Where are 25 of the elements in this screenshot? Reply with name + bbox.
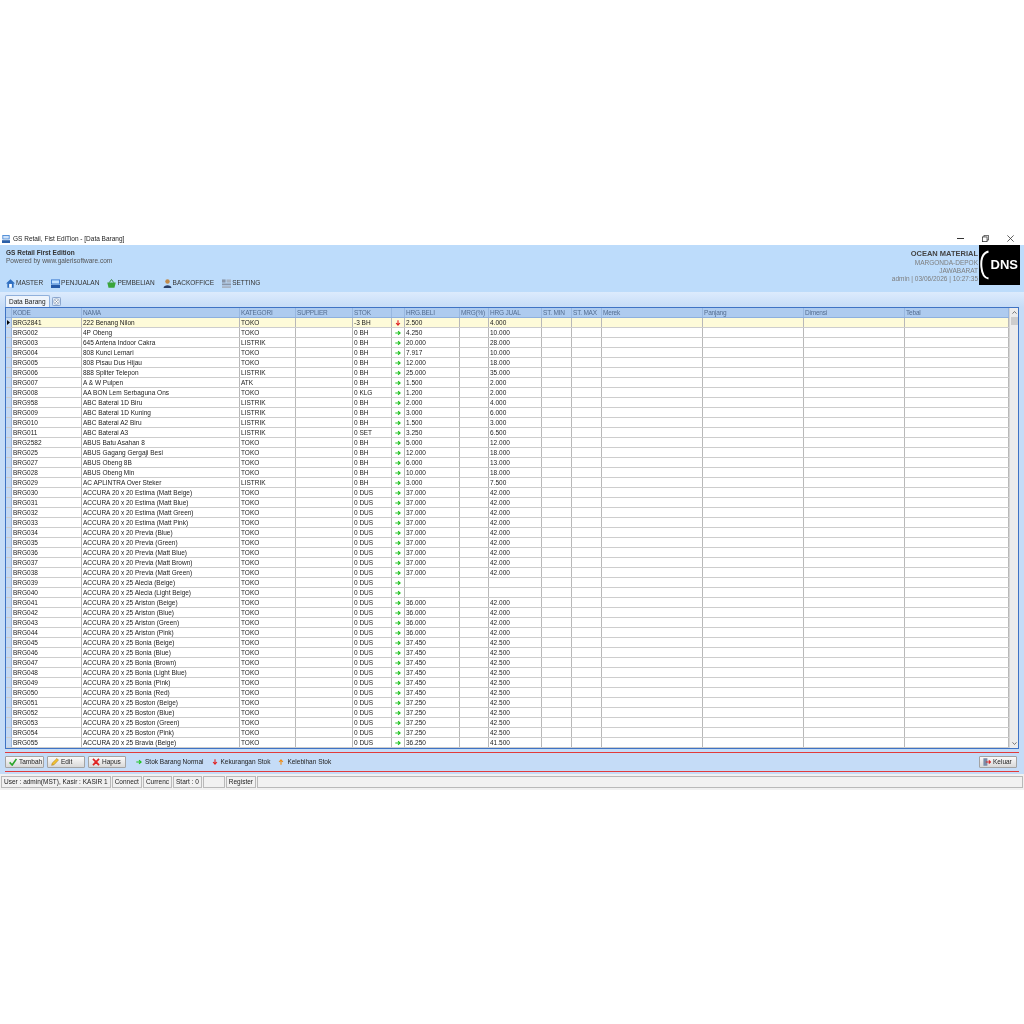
row-pointer-icon <box>7 320 10 325</box>
pencil-icon <box>51 758 59 766</box>
cross-icon <box>92 758 100 766</box>
register-icon <box>2 234 10 243</box>
arrow-up-icon <box>278 759 285 765</box>
person-icon <box>162 278 172 288</box>
arrow-right-icon <box>136 759 142 765</box>
scrollbar[interactable] <box>1009 308 1018 748</box>
restore-icon[interactable] <box>982 235 989 242</box>
row-header[interactable] <box>6 318 12 327</box>
panels-icon <box>222 278 232 288</box>
basket-icon <box>107 278 117 288</box>
close-icon[interactable] <box>1007 235 1014 242</box>
scroll-up-icon[interactable] <box>1011 311 1017 314</box>
minimize-icon[interactable] <box>957 238 964 239</box>
register-icon <box>51 278 61 288</box>
scroll-thumb[interactable] <box>1010 317 1018 325</box>
door-icon <box>983 758 991 766</box>
house-icon <box>6 278 15 288</box>
logo-text: DNS <box>990 258 1018 272</box>
status-panel <box>202 776 225 788</box>
arrow-down-icon <box>211 759 218 765</box>
swoosh-icon <box>980 250 989 280</box>
check-icon <box>9 758 17 766</box>
scroll-down-icon[interactable] <box>1011 742 1017 745</box>
